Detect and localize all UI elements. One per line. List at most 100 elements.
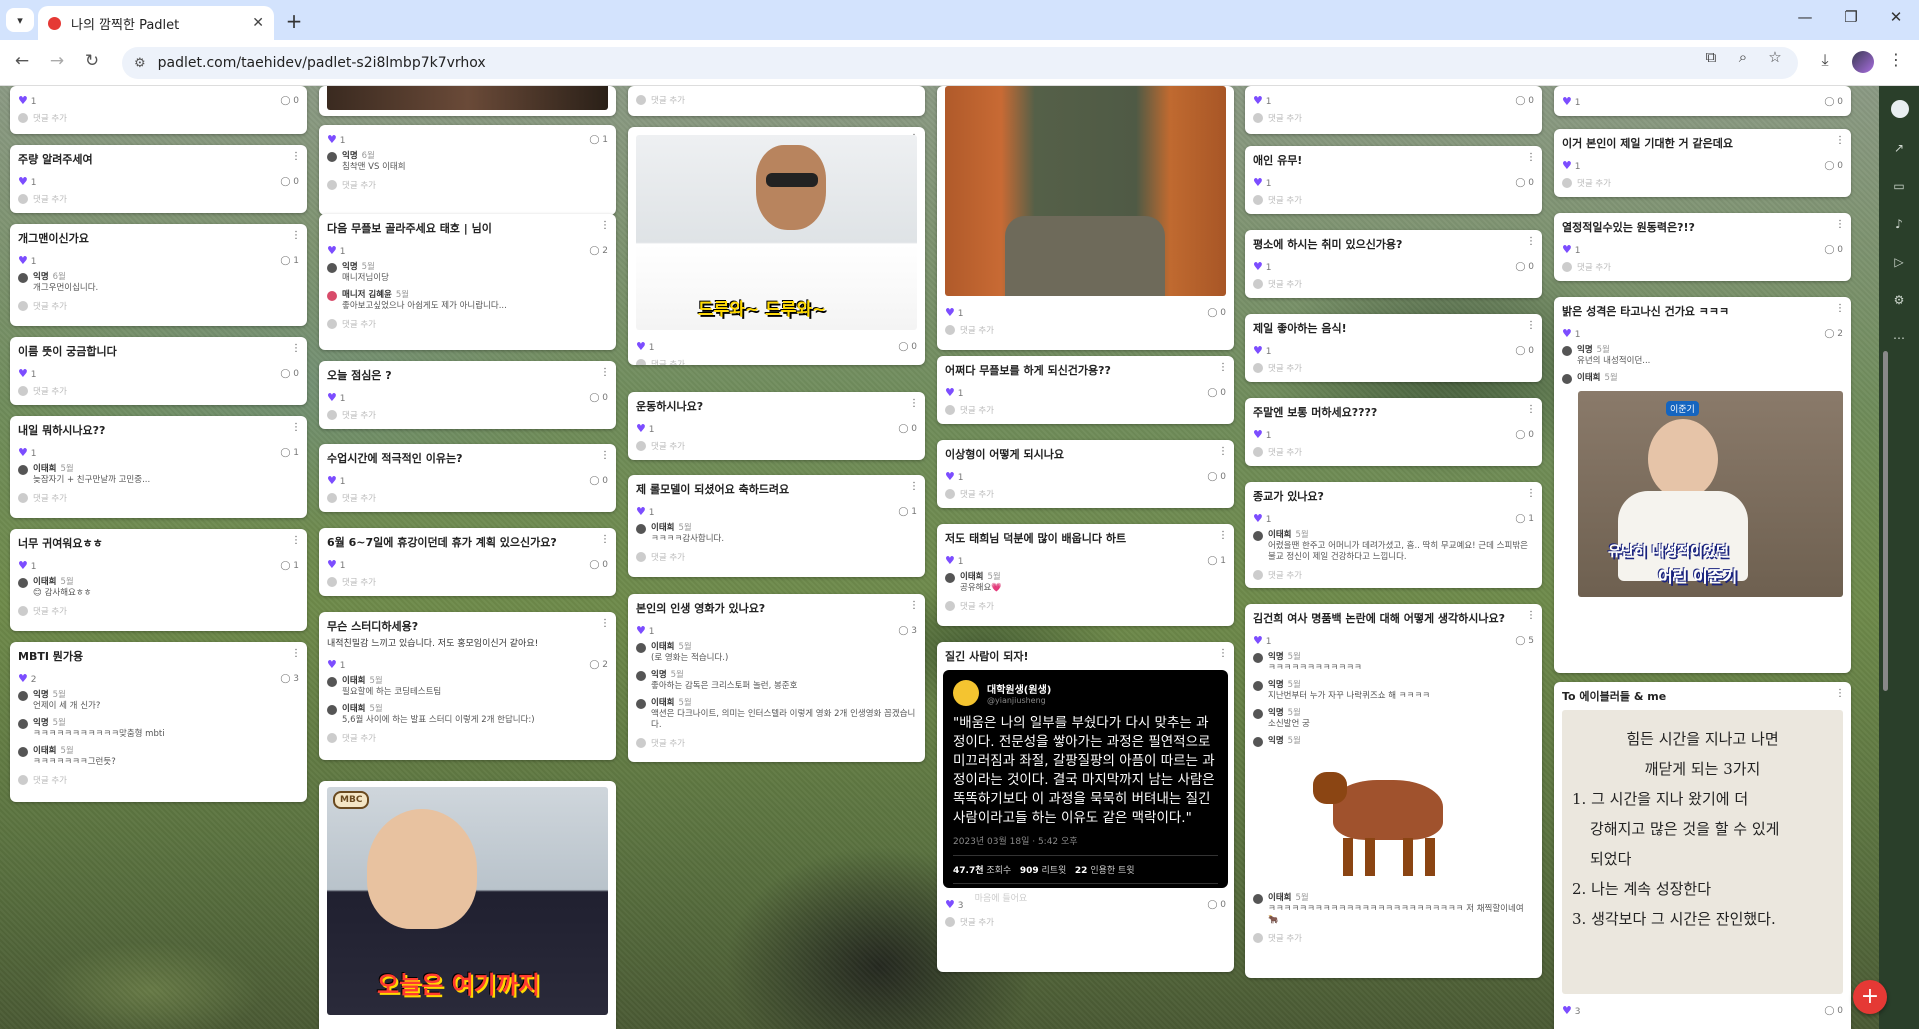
- tweet-post-card[interactable]: ⋮ 질긴 사람이 되자! 대학원생(원생) @yianjiusheng "배움은 …: [937, 642, 1234, 972]
- kebab-icon[interactable]: ⋮: [1835, 219, 1845, 230]
- add-comment[interactable]: 댓글 추가: [628, 355, 925, 365]
- heart-icon[interactable]: ♥: [945, 470, 955, 483]
- padlet-logo-icon[interactable]: [1891, 100, 1909, 118]
- kebab-icon[interactable]: ⋮: [1835, 303, 1845, 314]
- heart-icon[interactable]: ♥: [945, 386, 955, 399]
- post-card[interactable]: ⋮ 개그맨이신가요 ♥ 1 ◯ 1 익명 6월 개그우먼이십니다. 댓글 추가: [10, 224, 307, 326]
- forward-button[interactable]: →: [45, 51, 69, 71]
- add-post-button[interactable]: +: [1853, 980, 1887, 1014]
- add-comment[interactable]: 댓글 추가: [1245, 929, 1542, 950]
- image-post-card[interactable]: ⋮ 드루와~ 드루와~ ♥ 1◯ 0 댓글 추가: [628, 127, 925, 365]
- play-icon[interactable]: ▷: [1891, 254, 1907, 270]
- kebab-icon[interactable]: ⋮: [1526, 488, 1536, 499]
- kebab-icon[interactable]: ⋮: [909, 398, 919, 409]
- heart-icon[interactable]: ♥: [1562, 243, 1572, 256]
- kebab-icon[interactable]: ⋮: [291, 535, 301, 546]
- menu-kebab-icon[interactable]: ⋮: [1885, 50, 1907, 69]
- tab-search-button[interactable]: ▾: [6, 8, 34, 32]
- back-button[interactable]: ←: [10, 51, 34, 71]
- settings-icon[interactable]: ⚙: [1891, 292, 1907, 308]
- post-card[interactable]: ⋮ 너무 귀여워요ㅎㅎ ♥ 1 ◯ 1 이태희 5월 😊 감사해요ㅎㅎ 댓글 추가: [10, 529, 307, 631]
- heart-icon[interactable]: ♥: [1253, 344, 1263, 357]
- add-comment[interactable]: 댓글 추가: [10, 602, 307, 623]
- kebab-icon[interactable]: ⋮: [1218, 362, 1228, 373]
- post-card[interactable]: ⋮ 주말엔 보통 머하세요???? ♥ 1 ◯ 0 댓글 추가: [1245, 398, 1542, 466]
- add-comment[interactable]: 댓글 추가: [10, 190, 307, 211]
- post-card[interactable]: ♥ 1 ◯ 0 댓글 추가: [10, 86, 307, 134]
- heart-icon[interactable]: ♥: [18, 367, 28, 380]
- kebab-icon[interactable]: ⋮: [600, 450, 610, 461]
- post-card[interactable]: ⋮ 오늘 점심은 ? ♥ 1 ◯ 0 댓글 추가: [319, 361, 616, 429]
- kebab-icon[interactable]: ⋮: [1526, 236, 1536, 247]
- add-comment[interactable]: 댓글 추가: [1245, 191, 1542, 212]
- slideshow-icon[interactable]: ▭: [1891, 178, 1907, 194]
- image-post-card[interactable]: ⋮ 밝은 성격은 타고나신 건가요 ㅋㅋㅋ ♥ 1 ◯ 2 익명 5월 유년의 내성적…: [1554, 297, 1851, 673]
- add-comment[interactable]: 댓글 추가: [628, 437, 925, 458]
- add-comment[interactable]: 댓글 추가: [937, 401, 1234, 422]
- restore-button[interactable]: ❐: [1831, 8, 1871, 26]
- heart-icon[interactable]: ♥: [327, 558, 337, 571]
- post-card[interactable]: 댓글 추가: [628, 86, 925, 116]
- post-card[interactable]: ⋮ 내일 뭐하시나요?? ♥ 1 ◯ 1 이태희 5월 늦잠자기 + 친구만날까 고민…: [10, 416, 307, 518]
- add-comment[interactable]: 댓글 추가: [1245, 443, 1542, 464]
- heart-icon[interactable]: ♥: [1562, 1004, 1572, 1017]
- add-comment[interactable]: 댓글 추가: [628, 734, 925, 755]
- heart-icon[interactable]: ♥: [18, 446, 28, 459]
- heart-icon[interactable]: ♥: [1253, 634, 1263, 647]
- kebab-icon[interactable]: ⋮: [291, 648, 301, 659]
- add-comment[interactable]: 댓글 추가: [628, 548, 925, 569]
- add-comment[interactable]: 댓글 추가: [10, 382, 307, 403]
- heart-icon[interactable]: ♥: [1253, 428, 1263, 441]
- heart-icon[interactable]: ♥: [18, 94, 28, 107]
- new-tab-button[interactable]: +: [282, 9, 306, 33]
- post-card[interactable]: ⋮ 이름 뜻이 궁금합니다 ♥ 1 ◯ 0 댓글 추가: [10, 337, 307, 405]
- add-comment[interactable]: 댓글 추가: [1554, 174, 1851, 195]
- post-card[interactable]: ⋮ 무슨 스터디하세용? 내적친밀감 느끼고 있습니다. 저도 홍모임이신거 같…: [319, 612, 616, 760]
- heart-icon[interactable]: ♥: [945, 554, 955, 567]
- kebab-icon[interactable]: ⋮: [909, 481, 919, 492]
- post-card[interactable]: ⋮ 열정적일수있는 원동력은?!? ♥ 1 ◯ 0 댓글 추가: [1554, 213, 1851, 281]
- add-comment[interactable]: 댓글 추가: [1245, 566, 1542, 587]
- heart-icon[interactable]: ♥: [1562, 95, 1572, 108]
- post-card[interactable]: ⋮ 어쩌다 무플보를 하게 되신건가용?? ♥ 1 ◯ 0 댓글 추가: [937, 356, 1234, 424]
- kebab-icon[interactable]: ⋮: [600, 534, 610, 545]
- post-card[interactable]: ⋮ 저도 태희님 덕분에 많이 배웁니다 하트 ♥ 1 ◯ 1 이태희 5월 공유해요…: [937, 524, 1234, 626]
- add-comment[interactable]: 댓글 추가: [1245, 275, 1542, 296]
- post-card[interactable]: ⋮ 종교가 있나요? ♥ 1 ◯ 1 이태희 5월 어렸을땐 한주고 어머니가 데려가…: [1245, 482, 1542, 588]
- more-icon[interactable]: ⋯: [1891, 330, 1907, 346]
- heart-icon[interactable]: ♥: [18, 254, 28, 267]
- tab-close-icon[interactable]: ✕: [252, 15, 264, 31]
- kebab-icon[interactable]: ⋮: [600, 618, 610, 629]
- add-comment[interactable]: 댓글 추가: [937, 597, 1234, 618]
- share-icon[interactable]: ↗: [1891, 140, 1907, 156]
- post-card[interactable]: ⋮ 이거 본인이 제일 기대한 거 같은데요 ♥ 1 ◯ 0 댓글 추가: [1554, 129, 1851, 197]
- add-comment[interactable]: 댓글 추가: [937, 913, 1234, 934]
- heart-icon[interactable]: ♥: [327, 244, 337, 257]
- post-card[interactable]: ⋮ 평소에 하시는 취미 있으신가용? ♥ 1 ◯ 0 댓글 추가: [1245, 230, 1542, 298]
- add-comment[interactable]: 댓글 추가: [1554, 258, 1851, 279]
- add-comment[interactable]: 댓글 추가: [319, 315, 616, 336]
- heart-icon[interactable]: ♥: [327, 391, 337, 404]
- heart-icon[interactable]: ♥: [327, 133, 337, 146]
- add-comment[interactable]: 댓글 추가: [10, 771, 307, 792]
- heart-icon[interactable]: ♥: [636, 422, 646, 435]
- kebab-icon[interactable]: ⋮: [291, 230, 301, 241]
- embedded-tweet[interactable]: 대학원생(원생) @yianjiusheng "배움은 나의 일부를 부쉈다가 다…: [943, 670, 1228, 904]
- add-comment[interactable]: 댓글 추가: [10, 109, 307, 130]
- heart-icon[interactable]: ♥: [1253, 176, 1263, 189]
- kebab-icon[interactable]: ⋮: [1835, 688, 1845, 699]
- active-tab[interactable]: 나의 깜찍한 Padlet ✕: [38, 6, 274, 40]
- kebab-icon[interactable]: ⋮: [600, 367, 610, 378]
- image-post-card[interactable]: ⋮ MBC 오늘은 여기까지: [319, 781, 616, 1029]
- bookmark-star-icon[interactable]: ☆: [1765, 48, 1785, 66]
- scrollbar[interactable]: [1883, 351, 1888, 691]
- kebab-icon[interactable]: ⋮: [291, 343, 301, 354]
- bell-icon[interactable]: ♪: [1891, 216, 1907, 232]
- add-comment[interactable]: 댓글 추가: [1245, 359, 1542, 380]
- post-card[interactable]: ♥ 1 ◯ 0 댓글 추가: [1245, 86, 1542, 134]
- address-bar[interactable]: ⚙ padlet.com/taehidev/padlet-s2i8lmbp7k7…: [122, 47, 1798, 79]
- minimize-button[interactable]: —: [1785, 8, 1825, 26]
- kebab-icon[interactable]: ⋮: [1526, 320, 1536, 331]
- post-card[interactable]: ⋮ 운동하시나요? ♥ 1 ◯ 0 댓글 추가: [628, 392, 925, 460]
- add-comment[interactable]: 댓글 추가: [937, 321, 1234, 342]
